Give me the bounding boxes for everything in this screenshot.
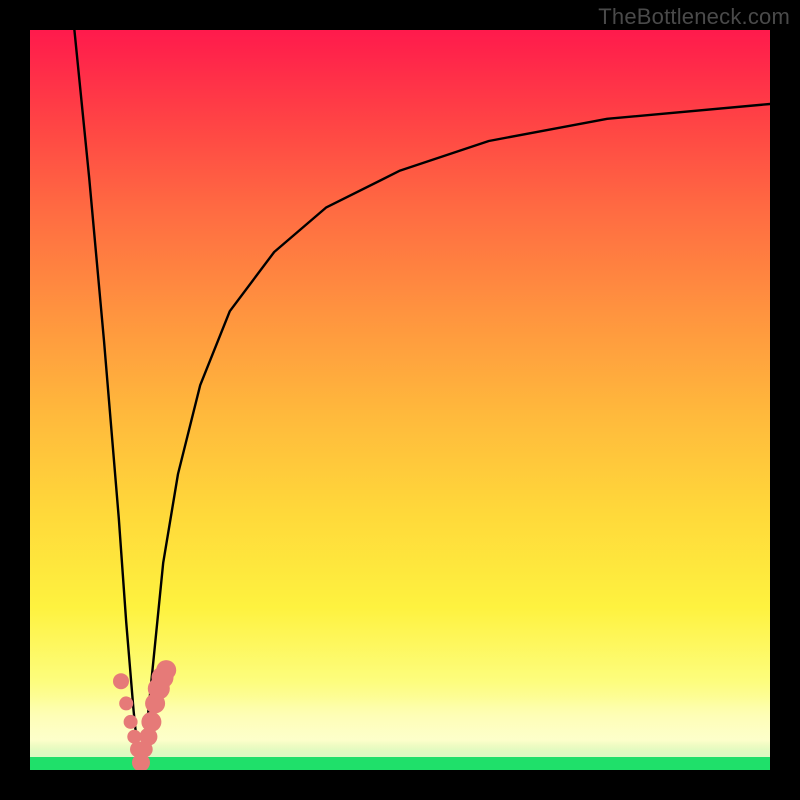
bottleneck-curve [74, 30, 770, 763]
chart-plot-area [30, 30, 770, 770]
highlighted-points [113, 660, 176, 770]
watermark-text: TheBottleneck.com [598, 4, 790, 30]
marker-dot [124, 715, 138, 729]
curve-line [74, 30, 770, 763]
marker-dot [141, 712, 161, 732]
marker-dot [156, 660, 176, 680]
marker-dot [119, 696, 133, 710]
marker-dot [113, 673, 129, 689]
chart-svg [30, 30, 770, 770]
chart-frame: TheBottleneck.com [0, 0, 800, 800]
